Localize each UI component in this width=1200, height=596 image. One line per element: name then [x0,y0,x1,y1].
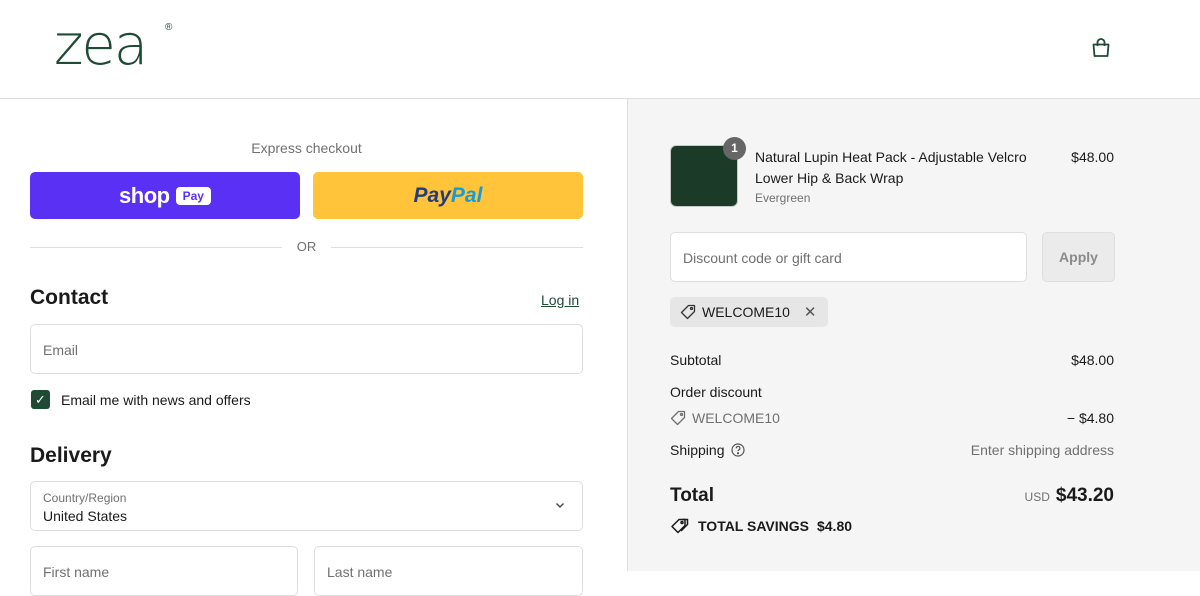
paypal-word-2: Pal [450,183,483,207]
shipping-label: Shipping [670,442,725,458]
tag-icon [670,410,686,426]
shop-pay-button[interactable]: shop Pay [30,172,300,219]
newsletter-label: Email me with news and offers [61,392,251,408]
header: zea ® [0,0,1200,99]
tag-icon [680,304,696,320]
order-summary: 1 Natural Lupin Heat Pack - Adjustable V… [627,99,1200,571]
zea-logo[interactable]: zea [54,18,148,74]
delivery-heading: Delivery [30,444,112,467]
divider-line [331,247,583,248]
quantity-badge: 1 [723,137,746,160]
paypal-button[interactable]: Pay Pal [313,172,583,219]
paypal-word-1: Pay [413,183,451,207]
or-divider: OR [30,239,583,255]
total-savings: TOTAL SAVINGS $4.80 [670,518,852,534]
discount-value: − $4.80 [1066,410,1114,426]
discount-code-row: WELCOME10 [670,410,780,426]
close-icon[interactable]: ✕ [804,303,817,321]
applied-code-text: WELCOME10 [702,304,790,320]
first-name-placeholder: First name [43,564,110,580]
express-checkout-label: Express checkout [251,140,362,156]
total-amount: USD $43.20 [1025,485,1114,507]
discount-code-input[interactable]: Discount code or gift card [670,232,1027,282]
product-price: $48.00 [1071,149,1114,165]
product-variant: Evergreen [755,191,811,205]
savings-value: $4.80 [816,518,853,534]
shop-pay-word: shop [119,182,170,208]
chevron-down-icon [554,499,566,514]
applied-code-chip: WELCOME10 ✕ [670,297,828,327]
registered-mark: ® [165,22,173,33]
apply-button[interactable]: Apply [1042,232,1115,282]
discount-code-text: WELCOME10 [692,410,780,426]
contact-heading: Contact [30,286,109,309]
checkout-form: Express checkout shop Pay Pay Pal OR Cont… [0,99,627,596]
total-value: $43.20 [1055,485,1114,506]
subtotal-value: $48.00 [1071,352,1114,368]
product-title: Natural Lupin Heat Pack - Adjustable Vel… [755,149,1027,186]
country-label: Country/Region [43,491,127,505]
email-placeholder: Email [43,342,79,358]
total-currency: USD [1024,490,1050,504]
shopping-bag-icon[interactable] [1089,36,1113,60]
subtotal-label: Subtotal [670,352,722,368]
help-icon[interactable] [730,443,745,457]
email-field[interactable]: Email [30,324,583,374]
country-select[interactable]: Country/Region United States [30,481,583,531]
savings-tag-icon [671,518,689,534]
order-discount-label: Order discount [670,384,762,400]
shipping-value: Enter shipping address [970,442,1114,458]
country-value: United States [43,508,128,524]
discount-placeholder: Discount code or gift card [683,250,842,266]
shipping-row: Shipping [670,442,745,458]
first-name-field[interactable]: First name [30,546,298,596]
login-link[interactable]: Log in [541,292,579,308]
last-name-placeholder: Last name [327,564,393,580]
total-label: Total [670,485,714,506]
savings-label: TOTAL SAVINGS [698,518,809,534]
shop-pay-pill: Pay [175,186,211,205]
newsletter-checkbox[interactable]: ✓ [31,390,50,409]
last-name-field[interactable]: Last name [314,546,583,596]
